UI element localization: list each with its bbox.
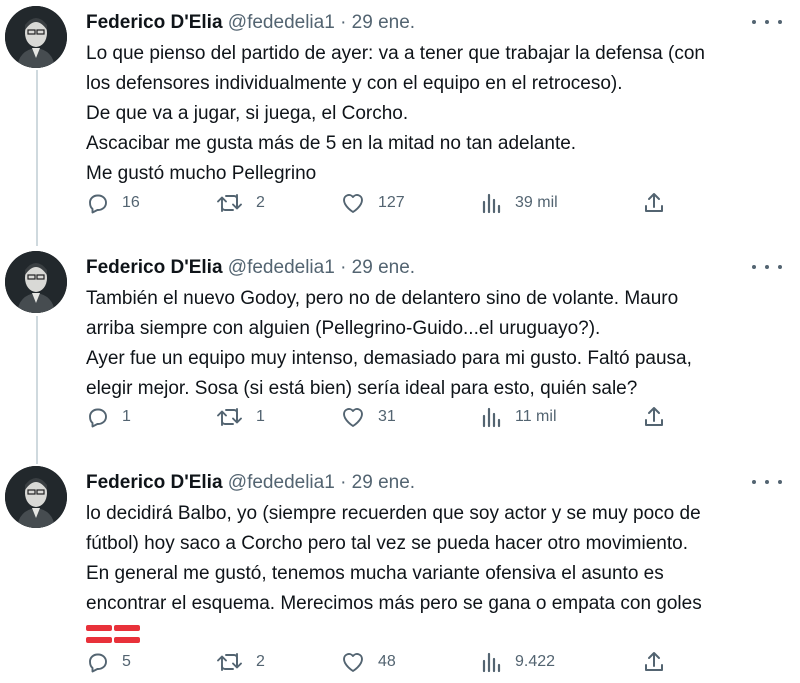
flag-emoji-icon [114, 625, 140, 643]
tweet-header: Federico D'Elia @fededelia1 · 29 ene. [86, 256, 415, 280]
tweet-text-line: arriba siempre con alguien (Pellegrino-G… [86, 318, 601, 339]
tweet-text-line: Ascacibar me gusta más de 5 en la mitad … [86, 133, 577, 154]
avatar[interactable] [5, 6, 67, 68]
tweet-text-line: elegir mejor. Sosa (si está bien) sería … [86, 378, 638, 399]
author-name[interactable]: Federico D'Elia [86, 472, 223, 493]
author-name[interactable]: Federico D'Elia [86, 12, 223, 33]
views-button[interactable]: 11 mil [481, 404, 557, 430]
retweet-count: 2 [256, 194, 265, 211]
reply-count: 16 [122, 194, 140, 211]
retweet-icon [217, 653, 242, 671]
tweet-header: Federico D'Elia @fededelia1 · 29 ene. [86, 471, 415, 495]
reply-button[interactable]: 16 [86, 190, 140, 216]
views-count: 39 mil [515, 194, 558, 211]
share-button[interactable] [642, 190, 666, 216]
like-icon [343, 653, 363, 672]
separator-dot: · [340, 12, 347, 33]
tweet-actions: 1 1 31 11 mil [86, 404, 686, 430]
retweet-icon [217, 408, 242, 426]
more-icon[interactable] [752, 474, 782, 490]
tweet-date[interactable]: 29 ene. [352, 257, 415, 278]
tweet-actions: 16 2 127 39 mil [86, 190, 686, 216]
avatar[interactable] [5, 466, 67, 528]
share-button[interactable] [642, 404, 666, 430]
tweet-text: Lo que pienso del partido de ayer: va a … [86, 39, 786, 189]
reply-button[interactable]: 1 [86, 404, 131, 430]
author-handle[interactable]: @fededelia1 [228, 257, 335, 278]
retweet-button[interactable]: 1 [216, 404, 265, 430]
like-button[interactable]: 127 [340, 190, 405, 216]
like-count: 127 [378, 194, 405, 211]
reply-count: 5 [122, 653, 131, 670]
tweet-header: Federico D'Elia @fededelia1 · 29 ene. [86, 11, 415, 35]
reply-count: 1 [122, 408, 131, 425]
share-button[interactable] [642, 649, 666, 675]
separator-dot: · [340, 472, 347, 493]
tweet-text-line: De que va a jugar, si juega, el Corcho. [86, 103, 409, 124]
author-name[interactable]: Federico D'Elia [86, 257, 223, 278]
author-handle[interactable]: @fededelia1 [228, 472, 335, 493]
retweet-icon [217, 194, 242, 212]
reply-button[interactable]: 5 [86, 649, 131, 675]
tweet-text-line: fútbol) hoy saco a Corcho pero tal vez s… [86, 533, 688, 554]
tweet[interactable]: Federico D'Elia @fededelia1 · 29 ene. Ta… [0, 251, 800, 451]
tweet-text: lo decidirá Balbo, yo (siempre recuerden… [86, 499, 786, 649]
more-icon[interactable] [752, 14, 782, 30]
views-button[interactable]: 9.422 [481, 649, 555, 675]
retweet-count: 1 [256, 408, 265, 425]
views-count: 11 mil [515, 408, 557, 425]
views-count: 9.422 [515, 653, 556, 670]
like-count: 48 [378, 653, 396, 670]
tweet-text-line: En general me gustó, tenemos mucha varia… [86, 563, 664, 584]
retweet-count: 2 [256, 653, 265, 670]
views-button[interactable]: 39 mil [481, 190, 558, 216]
avatar[interactable] [5, 251, 67, 313]
like-icon [343, 408, 363, 427]
reply-icon [89, 408, 107, 428]
like-button[interactable]: 31 [340, 404, 396, 430]
reply-icon [89, 653, 107, 673]
more-icon[interactable] [752, 259, 782, 275]
like-count: 31 [378, 408, 396, 425]
tweet-text: También el nuevo Godoy, pero no de delan… [86, 284, 786, 404]
tweet-text-line: encontrar el esquema. Merecimos más pero… [86, 593, 702, 614]
share-icon [645, 652, 663, 671]
views-icon [482, 193, 501, 214]
like-icon [343, 194, 363, 213]
share-icon [645, 193, 663, 212]
reply-icon [89, 194, 107, 214]
retweet-button[interactable]: 2 [216, 649, 265, 675]
tweet[interactable]: Federico D'Elia @fededelia1 · 29 ene. Lo… [0, 6, 800, 226]
separator-dot: · [340, 257, 347, 278]
flag-emoji-icon [86, 625, 112, 643]
tweet[interactable]: Federico D'Elia @fededelia1 · 29 ene. lo… [0, 466, 800, 683]
tweet-text-line: Me gustó mucho Pellegrino [86, 163, 317, 184]
share-icon [645, 407, 663, 426]
tweet-text-line: Lo que pienso del partido de ayer: va a … [86, 43, 705, 64]
views-icon [482, 407, 501, 428]
tweet-text-line: lo decidirá Balbo, yo (siempre recuerden… [86, 503, 701, 524]
tweet-text-line: También el nuevo Godoy, pero no de delan… [86, 288, 679, 309]
tweet-date[interactable]: 29 ene. [352, 472, 415, 493]
retweet-button[interactable]: 2 [216, 190, 265, 216]
views-icon [482, 652, 501, 673]
tweet-text-line: los defensores individualmente y con el … [86, 73, 623, 94]
tweet-date[interactable]: 29 ene. [352, 12, 415, 33]
author-handle[interactable]: @fededelia1 [228, 12, 335, 33]
emoji-row [86, 619, 786, 649]
like-button[interactable]: 48 [340, 649, 396, 675]
tweet-text-line: Ayer fue un equipo muy intenso, demasiad… [86, 348, 692, 369]
tweet-actions: 5 2 48 9.422 [86, 649, 686, 675]
